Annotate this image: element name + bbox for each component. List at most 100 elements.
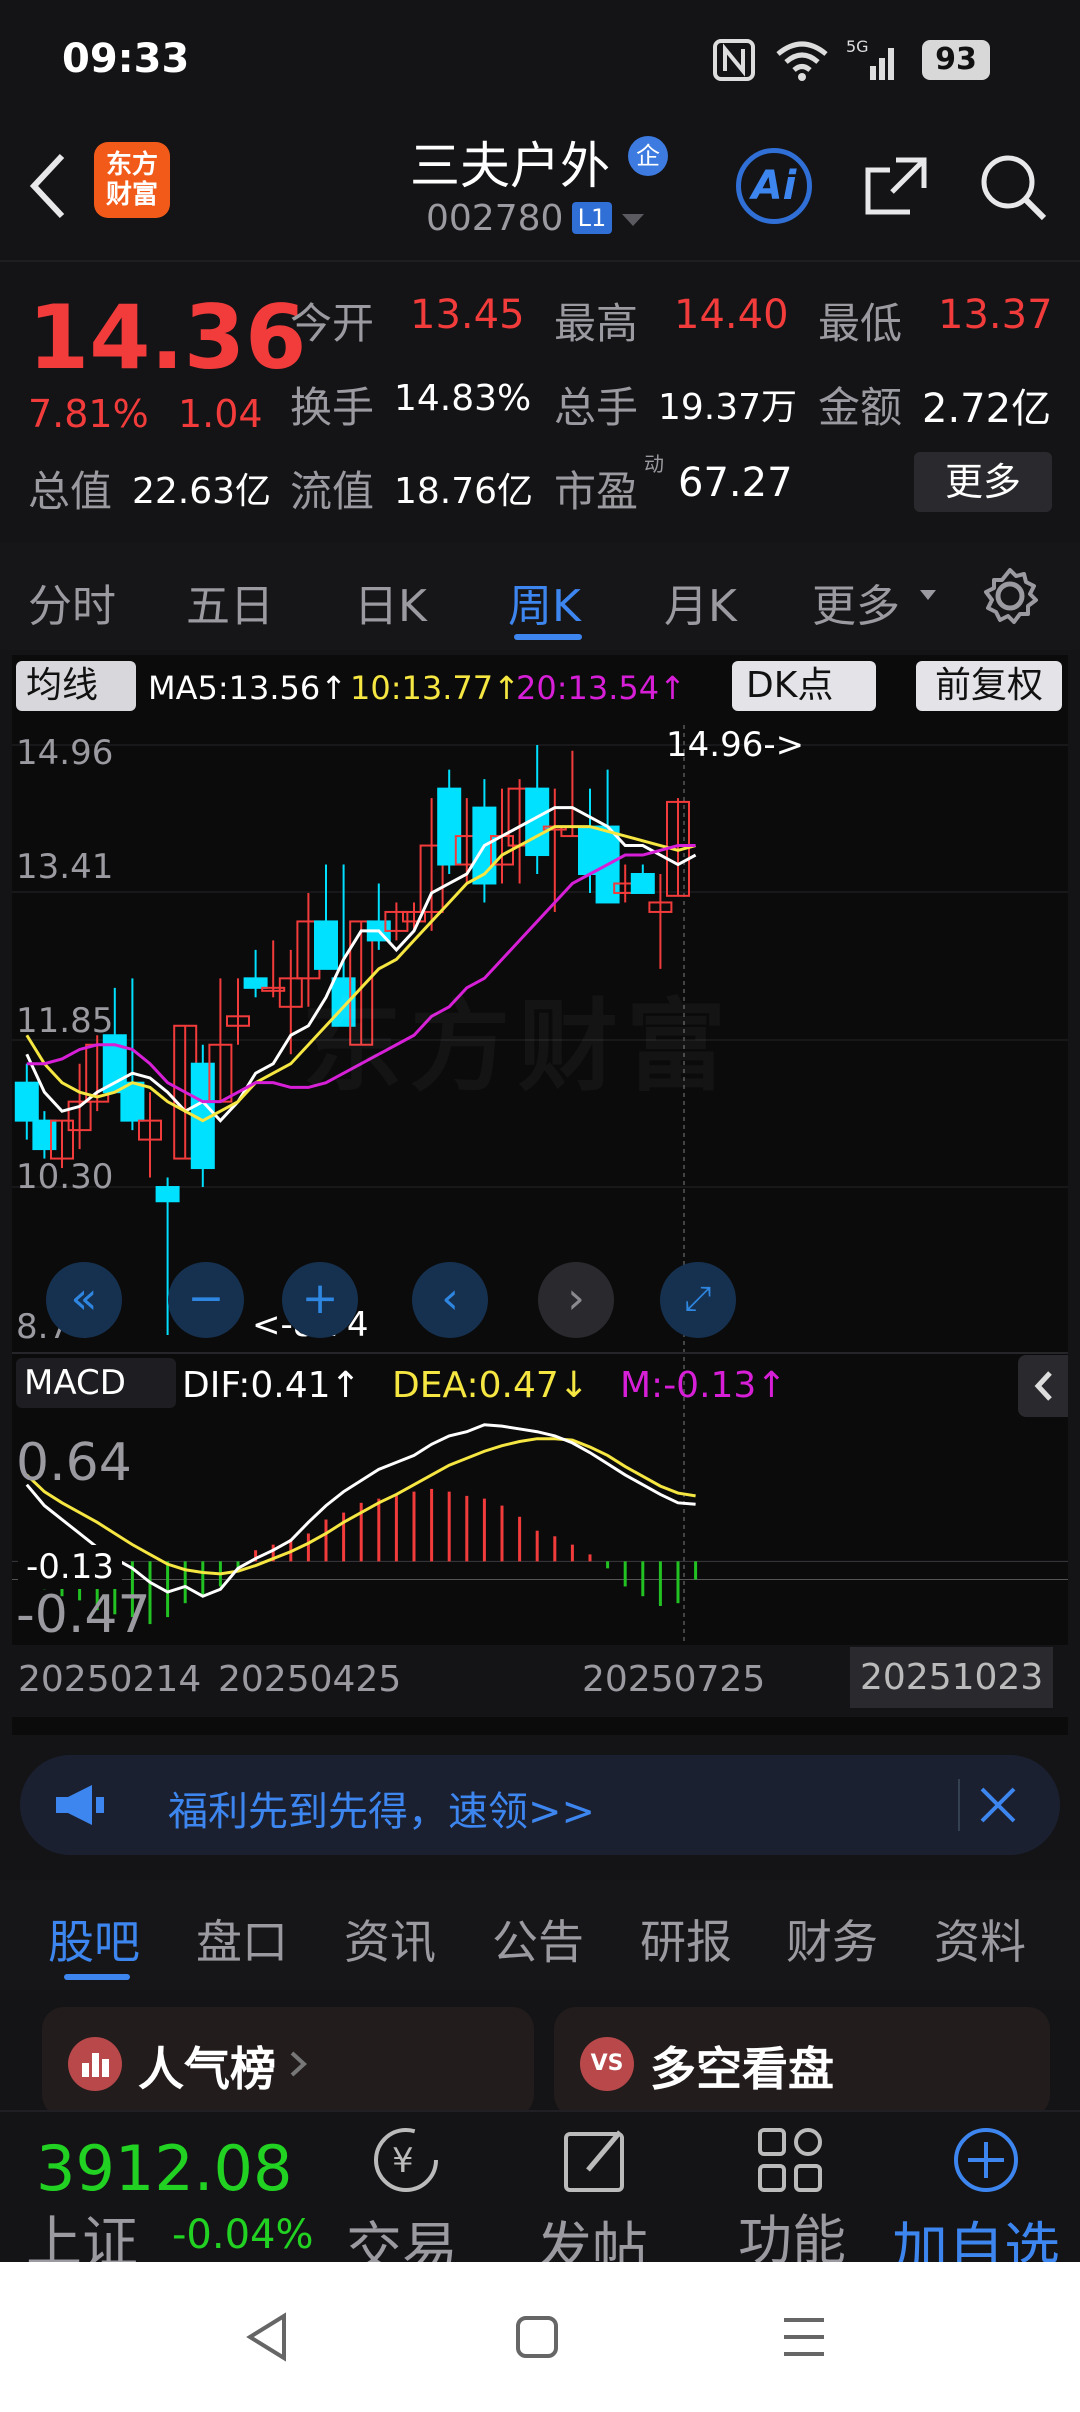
dif-readout: DIF:0.41↑	[182, 1365, 361, 1406]
ma10-readout: 10:13.77↑	[350, 669, 520, 707]
date-tick: 20250214	[18, 1659, 202, 1700]
low-value: 13.37	[938, 292, 1053, 338]
bull-bear-title: 多空看盘	[650, 2042, 834, 2096]
active-tab-indicator	[514, 634, 582, 640]
volume-label: 总手	[554, 383, 639, 432]
tab-research[interactable]: 研报	[640, 1906, 732, 1972]
quote-panel: 14.36 7.81% 1.04 今开 13.45 最高 14.40 最低 13…	[0, 260, 1080, 544]
macd-tick: -0.13	[18, 1545, 122, 1589]
nav-home-icon[interactable]	[514, 2314, 560, 2360]
ai-button[interactable]: Ai	[736, 148, 812, 224]
popularity-card[interactable]: 人气榜	[42, 2007, 534, 2117]
index-value[interactable]: 3912.08	[36, 2132, 292, 2205]
last-price: 14.36	[28, 286, 307, 389]
tab-announcements[interactable]: 公告	[492, 1906, 584, 1972]
nav-back-icon[interactable]	[244, 2312, 288, 2362]
level-badge: L1	[572, 202, 612, 234]
share-icon[interactable]	[860, 152, 932, 224]
adjust-button[interactable]: 前复权	[916, 661, 1062, 711]
tab-five-day[interactable]: 五日	[186, 570, 274, 634]
chevron-right-icon	[290, 2051, 307, 2077]
high-value: 14.40	[674, 292, 789, 338]
tab-more[interactable]: 更多	[812, 570, 900, 634]
price-tick: 11.85	[16, 1001, 114, 1041]
dk-point-button[interactable]: DK点	[732, 661, 876, 711]
nfc-icon	[713, 39, 755, 81]
high-label: 最高	[554, 299, 639, 348]
candle-body	[437, 787, 462, 866]
code-dropdown-icon[interactable]	[620, 212, 646, 228]
volume-value: 19.37万	[658, 387, 798, 428]
tab-profile[interactable]: 资料	[934, 1906, 1026, 1972]
candle-body	[314, 920, 338, 970]
turnover-label: 换手	[290, 383, 375, 432]
dea-readout: DEA:0.47↓	[392, 1365, 589, 1406]
macd-select[interactable]: MACD	[16, 1358, 176, 1408]
close-icon[interactable]	[978, 1785, 1018, 1825]
ma-select[interactable]: 均线	[16, 661, 136, 711]
tab-intraday[interactable]: 分时	[28, 570, 116, 634]
scroll-left-button[interactable]: ‹	[412, 1262, 488, 1338]
m-value: M:-0.13	[620, 1365, 757, 1406]
ma20-value: 20:13.54	[516, 669, 660, 707]
trade-icon: ¥	[374, 2128, 438, 2192]
tab-forum[interactable]: 股吧	[48, 1906, 140, 1972]
tab-finance[interactable]: 财务	[786, 1906, 878, 1972]
ma-select-label: 均线	[26, 665, 99, 706]
bull-bear-card[interactable]: VS 多空看盘	[554, 2007, 1050, 2117]
tab-daily-k[interactable]: 日K	[354, 570, 427, 634]
pe-superscript: 动	[644, 452, 664, 476]
more-button[interactable]: 更多	[914, 452, 1052, 512]
change-amount: 1.04	[178, 392, 263, 436]
svg-text:¥: ¥	[392, 2141, 414, 2181]
bottom-toolbar: 3912.08 上证 -0.04% ¥ 交易 发帖 功能 加自选	[0, 2110, 1080, 2282]
dif-arrow: ↑	[330, 1365, 361, 1406]
fullscreen-button[interactable]: ⤢	[660, 1262, 736, 1338]
dea-arrow: ↓	[558, 1365, 589, 1406]
scroll-right-button[interactable]: ›	[538, 1262, 614, 1338]
search-icon[interactable]	[976, 150, 1050, 224]
back-icon[interactable]	[24, 150, 72, 222]
macd-select-label: MACD	[24, 1363, 126, 1403]
banner-divider	[958, 1779, 960, 1831]
add-icon	[954, 2128, 1018, 2192]
ma20-readout: 20:13.54↑	[516, 669, 686, 707]
nav-menu-icon[interactable]	[780, 2314, 828, 2360]
price-tick: 14.96	[16, 733, 114, 773]
status-time: 09:33	[62, 36, 190, 82]
tab-orderbook[interactable]: 盘口	[196, 1906, 288, 1972]
zoom-out-button[interactable]: −	[168, 1262, 244, 1338]
signal-icon: 5G	[846, 37, 894, 80]
content-tabs: 股吧 盘口 资讯 公告 研报 财务 资料	[0, 1880, 1080, 1990]
scroll-start-button[interactable]: «	[46, 1262, 122, 1338]
open-value: 13.45	[410, 292, 525, 338]
tab-news[interactable]: 资讯	[344, 1906, 436, 1972]
zoom-in-button[interactable]: +	[282, 1262, 358, 1338]
app-logo: 东方 财富	[94, 142, 170, 218]
low-label: 最低	[818, 299, 903, 348]
macd-collapse-button[interactable]	[1018, 1355, 1068, 1417]
tab-weekly-k[interactable]: 周K	[508, 570, 581, 634]
date-tick: 20250425	[218, 1659, 402, 1700]
macd-tick: -0.47	[16, 1585, 151, 1645]
svg-text:5G: 5G	[846, 37, 869, 56]
enterprise-badge: 企	[628, 136, 668, 176]
macd-tick: 0.64	[16, 1433, 132, 1493]
date-tick: 20250725	[582, 1659, 766, 1700]
promo-banner[interactable]: 福利先到先得，速领>>	[20, 1755, 1060, 1855]
float-cap-label: 流值	[290, 467, 375, 516]
candle-body	[14, 1081, 39, 1122]
stock-code: 002780	[426, 198, 564, 239]
banner-text: 福利先到先得，速领>>	[168, 1789, 596, 1835]
kline-chart[interactable]: 均线 MA5:13.56↑ 10:13.77↑ 20:13.54↑ DK点 前复…	[12, 655, 1068, 1735]
logo-line-2: 财富	[105, 180, 158, 210]
market-cap-label: 总值	[28, 467, 113, 516]
popularity-title: 人气榜	[138, 2042, 276, 2096]
candle-body	[243, 977, 268, 989]
candle-body	[155, 1186, 180, 1203]
gear-icon[interactable]	[980, 566, 1040, 626]
dea-value: DEA:0.47	[392, 1365, 559, 1406]
tab-monthly-k[interactable]: 月K	[664, 570, 737, 634]
status-bar: 09:33 5G 93	[0, 0, 1080, 120]
watermark: 东方财富	[302, 965, 734, 1110]
